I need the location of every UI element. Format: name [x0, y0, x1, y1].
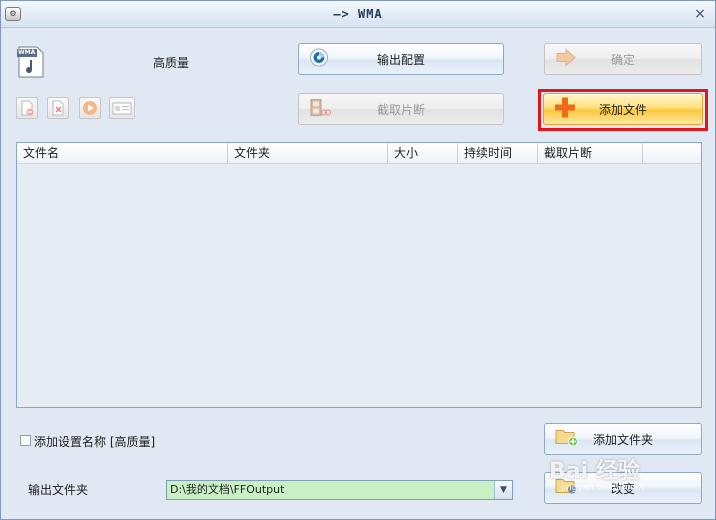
output-folder-path: D:\我的文档\FFOutput: [170, 483, 285, 496]
wma-file-icon-label: WMA: [18, 49, 36, 56]
close-button[interactable]: ×: [691, 5, 709, 23]
clip-label: 截取片断: [376, 102, 425, 117]
output-folder-select[interactable]: D:\我的文档\FFOutput ▼: [166, 480, 513, 500]
add-folder-label: 添加文件夹: [592, 432, 653, 447]
output-folder-label: 输出文件夹: [28, 483, 89, 497]
ok-label: 确定: [610, 52, 635, 67]
output-config-label: 输出配置: [376, 52, 425, 67]
dropdown-arrow-icon[interactable]: ▼: [494, 481, 512, 499]
column-header[interactable]: 文件夹: [228, 143, 388, 163]
column-header[interactable]: 大小: [388, 143, 458, 163]
baidu-watermark: Bai 经验: [549, 459, 640, 484]
column-header[interactable]: 文件名: [17, 143, 228, 163]
app-window: ⚙ —> WMA × WMA 高质量 输出配置 确定 截取片断 添加文件 文件名…: [0, 0, 716, 520]
wma-file-icon: WMA: [17, 46, 45, 78]
add-setting-name-checkbox[interactable]: [20, 435, 31, 446]
play-tool[interactable]: [79, 97, 101, 119]
file-list[interactable]: 文件名 文件夹 大小 持续时间 截取片断: [16, 142, 702, 408]
add-file-button[interactable]: 添加文件: [543, 93, 703, 125]
file-list-header: 文件名 文件夹 大小 持续时间 截取片断: [17, 143, 701, 164]
add-file-label: 添加文件: [598, 102, 647, 117]
clear-list-tool[interactable]: [47, 97, 69, 119]
output-config-button[interactable]: 输出配置: [298, 43, 504, 75]
title-bar: ⚙ —> WMA ×: [1, 1, 715, 28]
quality-label: 高质量: [153, 56, 190, 70]
window-title: —> WMA: [333, 7, 383, 21]
media-info-tool[interactable]: [109, 97, 135, 119]
ok-button[interactable]: 确定: [544, 43, 702, 75]
baidu-watermark-url: jingyan.baidu.com: [561, 483, 645, 493]
add-setting-name-label: 添加设置名称 [高质量]: [34, 435, 156, 449]
add-folder-button[interactable]: 添加文件夹: [544, 423, 702, 455]
column-header[interactable]: 持续时间: [458, 143, 538, 163]
clip-button[interactable]: 截取片断: [298, 93, 504, 125]
column-header[interactable]: 截取片断: [538, 143, 643, 163]
remove-file-tool[interactable]: [16, 97, 38, 119]
